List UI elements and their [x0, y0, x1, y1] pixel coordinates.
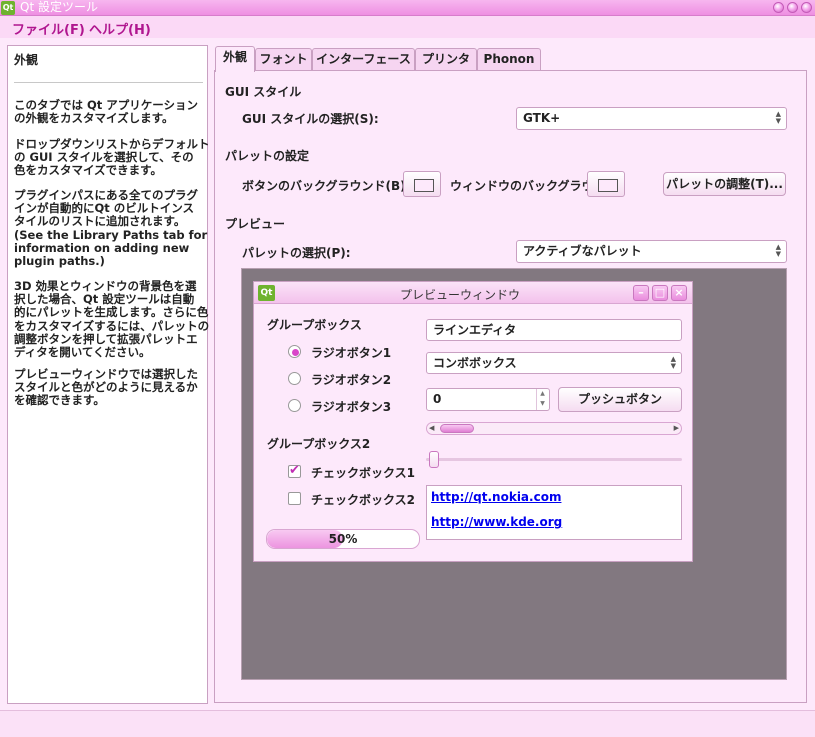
preview-window: Qt プレビューウィンドウ – □ × グループボックス ラジオボタン1 ラジオ…	[253, 281, 693, 562]
tab-printer[interactable]: プリンタ	[415, 48, 477, 71]
scroll-left-icon[interactable]: ◀	[429, 423, 434, 434]
spin-value: 0	[433, 392, 442, 406]
scroll-right-icon[interactable]: ▶	[674, 423, 679, 434]
status-bar	[0, 710, 815, 737]
close-icon[interactable]	[801, 2, 812, 13]
palette-select-value: アクティブなパレット	[523, 244, 642, 258]
gui-style-section-title: GUI スタイル	[225, 85, 302, 99]
palette-select-label: パレットの選択(P):	[242, 246, 351, 260]
maximize-icon[interactable]	[787, 2, 798, 13]
checkbox-label-2: チェックボックス2	[311, 493, 415, 507]
minimize-icon[interactable]	[773, 2, 784, 13]
line-edit[interactable]: ラインエディタ	[426, 319, 682, 341]
groupbox-1-title: グループボックス	[267, 318, 362, 332]
menu-bar: ファイル(F) ヘルプ(H)	[0, 16, 815, 38]
qt-logo-icon: Qt	[258, 285, 275, 301]
tab-interface[interactable]: インターフェース	[312, 48, 415, 71]
radio-button-1[interactable]	[288, 345, 301, 358]
help-divider	[14, 82, 203, 83]
palette-section-title: パレットの設定	[225, 149, 310, 163]
tab-appearance[interactable]: 外観	[215, 46, 255, 72]
title-bar: Qt Qt 設定ツール	[0, 0, 815, 16]
window-bg-label: ウィンドウのバックグラウ:	[450, 179, 599, 193]
menu-help[interactable]: ヘルプ(H)	[89, 19, 151, 38]
check-icon: ✔	[289, 463, 300, 478]
tab-fonts[interactable]: フォント	[255, 48, 312, 71]
spin-arrows-icon[interactable]: ▲ ▼	[536, 389, 548, 410]
color-swatch	[598, 179, 618, 192]
combo-arrows-icon: ▲ ▼	[775, 110, 781, 125]
help-paragraph: ドロップダウンリストからデフォルト の GUI スタイルを選択して、その 色をカ…	[14, 137, 210, 178]
menu-file[interactable]: ファイル(F)	[12, 19, 85, 38]
horizontal-scrollbar[interactable]: ◀ ▶	[426, 422, 682, 435]
help-heading: 外観	[14, 53, 39, 67]
radio-label-1: ラジオボタン1	[311, 346, 392, 360]
help-paragraph: このタブでは Qt アプリケーション の外観をカスタマイズします。	[14, 98, 199, 126]
radio-label-2: ラジオボタン2	[311, 373, 392, 387]
progress-text: 50%	[328, 532, 358, 546]
button-bg-label: ボタンのバックグラウンド(B):	[242, 179, 411, 193]
tab-phonon[interactable]: Phonon	[477, 48, 541, 71]
close-icon[interactable]: ×	[671, 285, 687, 301]
gui-style-label: GUI スタイルの選択(S):	[242, 112, 379, 126]
radio-button-2[interactable]	[288, 372, 301, 385]
maximize-icon[interactable]: □	[652, 285, 668, 301]
minimize-icon[interactable]: –	[633, 285, 649, 301]
help-paragraph: プラグインパスにある全てのプラグ インが自動的にQt のビルトインス タイルのリ…	[14, 188, 208, 269]
qt-logo-icon: Qt	[1, 1, 15, 15]
progress-bar: 50%	[266, 529, 420, 549]
preview-window-title: プレビューウィンドウ	[400, 288, 521, 302]
link-qt[interactable]: http://qt.nokia.com	[431, 490, 561, 504]
window-bg-color-button[interactable]	[587, 171, 625, 197]
adjust-palette-button[interactable]: パレットの調整(T)...	[663, 172, 786, 196]
palette-select-combo[interactable]: アクティブなパレット ▲ ▼	[516, 240, 787, 263]
window-title: Qt 設定ツール	[20, 0, 98, 14]
radio-label-3: ラジオボタン3	[311, 400, 392, 414]
combo-arrows-icon: ▲ ▼	[775, 243, 781, 258]
combo-arrows-icon: ▲ ▼	[670, 355, 676, 370]
help-paragraph: 3D 効果とウィンドウの背景色を選 択した場合、Qt 設定ツールは自動 的にパレ…	[14, 279, 210, 360]
preview-combo-value: コンボボックス	[433, 356, 517, 370]
gui-style-combo[interactable]: GTK+ ▲ ▼	[516, 107, 787, 130]
push-button[interactable]: プッシュボタン	[558, 387, 682, 412]
groupbox-2-title: グループボックス2	[267, 437, 371, 451]
slider-handle[interactable]	[429, 451, 439, 468]
color-swatch	[414, 179, 434, 192]
help-paragraph: プレビューウィンドウでは選択した スタイルと色がどのように見えるか を確認できま…	[14, 367, 198, 408]
spin-box[interactable]: 0 ▲ ▼	[426, 388, 550, 411]
checkbox-2[interactable]	[288, 492, 301, 505]
scrollbar-thumb[interactable]	[440, 424, 474, 433]
help-panel: 外観 このタブでは Qt アプリケーション の外観をカスタマイズします。 ドロッ…	[7, 45, 210, 704]
radio-button-3[interactable]	[288, 399, 301, 412]
button-bg-color-button[interactable]	[403, 171, 441, 197]
checkbox-1[interactable]: ✔	[288, 463, 301, 478]
link-kde[interactable]: http://www.kde.org	[431, 515, 562, 529]
preview-window-title-bar: Qt プレビューウィンドウ – □ ×	[254, 282, 692, 304]
preview-combo-box[interactable]: コンボボックス ▲ ▼	[426, 352, 682, 374]
text-browser: http://qt.nokia.com http://www.kde.org	[426, 485, 682, 540]
slider-groove	[426, 458, 682, 461]
checkbox-label-1: チェックボックス1	[311, 466, 415, 480]
gui-style-value: GTK+	[523, 111, 561, 125]
preview-section-title: プレビュー	[225, 217, 286, 231]
